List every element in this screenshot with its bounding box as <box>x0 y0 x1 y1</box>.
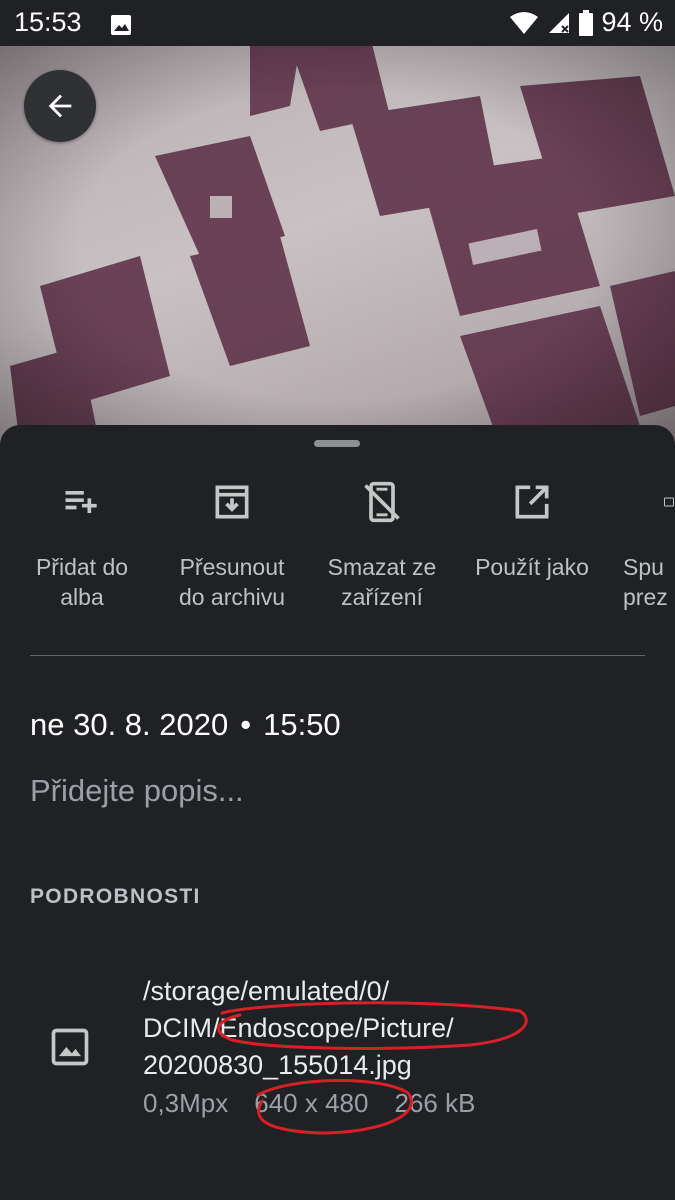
arrow-left-icon <box>48 94 72 118</box>
mobile-off-icon <box>307 480 457 524</box>
action-row: Přidat do alba Přesunout do archivu Smaz… <box>0 480 675 610</box>
battery-percentage: 94 % <box>601 7 663 37</box>
slideshow-label-1: Spu <box>623 554 664 580</box>
file-path-line-1: /storage/emulated/0/ <box>143 976 390 1006</box>
file-meta: 0,3Mpx 640 x 480 266 kB <box>143 1088 501 1119</box>
details-sheet: Přidat do alba Přesunout do archivu Smaz… <box>0 425 675 1200</box>
use-as-button[interactable]: Použít jako <box>457 480 607 582</box>
status-bar: 15:53 94 % <box>0 0 675 46</box>
add-description-field[interactable]: Přidejte popis... <box>30 773 244 809</box>
drag-handle[interactable] <box>314 440 360 447</box>
photo-content <box>0 46 675 446</box>
back-button[interactable] <box>24 70 96 142</box>
status-icons: 94 % <box>509 7 663 38</box>
photo-date: ne 30. 8. 2020 <box>30 707 229 742</box>
move-to-archive-button[interactable]: Přesunout do archivu <box>157 480 307 612</box>
use-as-label-1: Použít jako <box>475 554 589 580</box>
file-path-line-3: 20200830_155014.jpg <box>143 1050 412 1080</box>
file-size: 266 kB <box>394 1088 476 1118</box>
file-path-line-2: DCIM/Endoscope/Picture/ <box>143 1013 454 1043</box>
datetime-separator: • <box>240 707 252 742</box>
photo-time: 15:50 <box>263 707 341 742</box>
slideshow-button[interactable]: Spu prez <box>607 480 675 612</box>
open-in-new-icon <box>457 480 607 524</box>
photo-preview[interactable] <box>0 46 675 446</box>
archive-icon <box>157 480 307 524</box>
details-section-title: PODROBNOSTI <box>30 885 201 908</box>
playlist-add-icon <box>7 480 157 524</box>
delete-from-device-label-1: Smazat ze <box>327 554 437 580</box>
delete-from-device-button[interactable]: Smazat ze zařízení <box>307 480 457 612</box>
image-file-icon <box>48 1025 92 1069</box>
image-notification-icon <box>110 12 132 35</box>
move-to-archive-label-1: Přesunout <box>179 554 285 580</box>
add-to-album-label-1: Přidat do <box>35 554 129 580</box>
move-to-archive-label-2: do archivu <box>178 584 286 610</box>
add-to-album-label-2: alba <box>60 584 104 610</box>
file-megapixels: 0,3Mpx <box>143 1088 229 1118</box>
slideshow-label-2: prez <box>623 584 668 610</box>
file-resolution: 640 x 480 <box>254 1088 369 1118</box>
cell-signal-icon <box>547 11 571 35</box>
battery-icon <box>579 9 594 36</box>
photo-datetime[interactable]: ne 30. 8. 2020 • 15:50 <box>30 707 341 743</box>
wifi-icon <box>509 11 539 35</box>
delete-from-device-label-2: zařízení <box>341 584 423 610</box>
file-path: /storage/emulated/0/ DCIM/Endoscope/Pict… <box>143 973 454 1084</box>
divider <box>30 655 645 656</box>
status-time: 15:53 <box>14 7 82 37</box>
slideshow-icon <box>607 480 675 524</box>
add-to-album-button[interactable]: Přidat do alba <box>7 480 157 612</box>
